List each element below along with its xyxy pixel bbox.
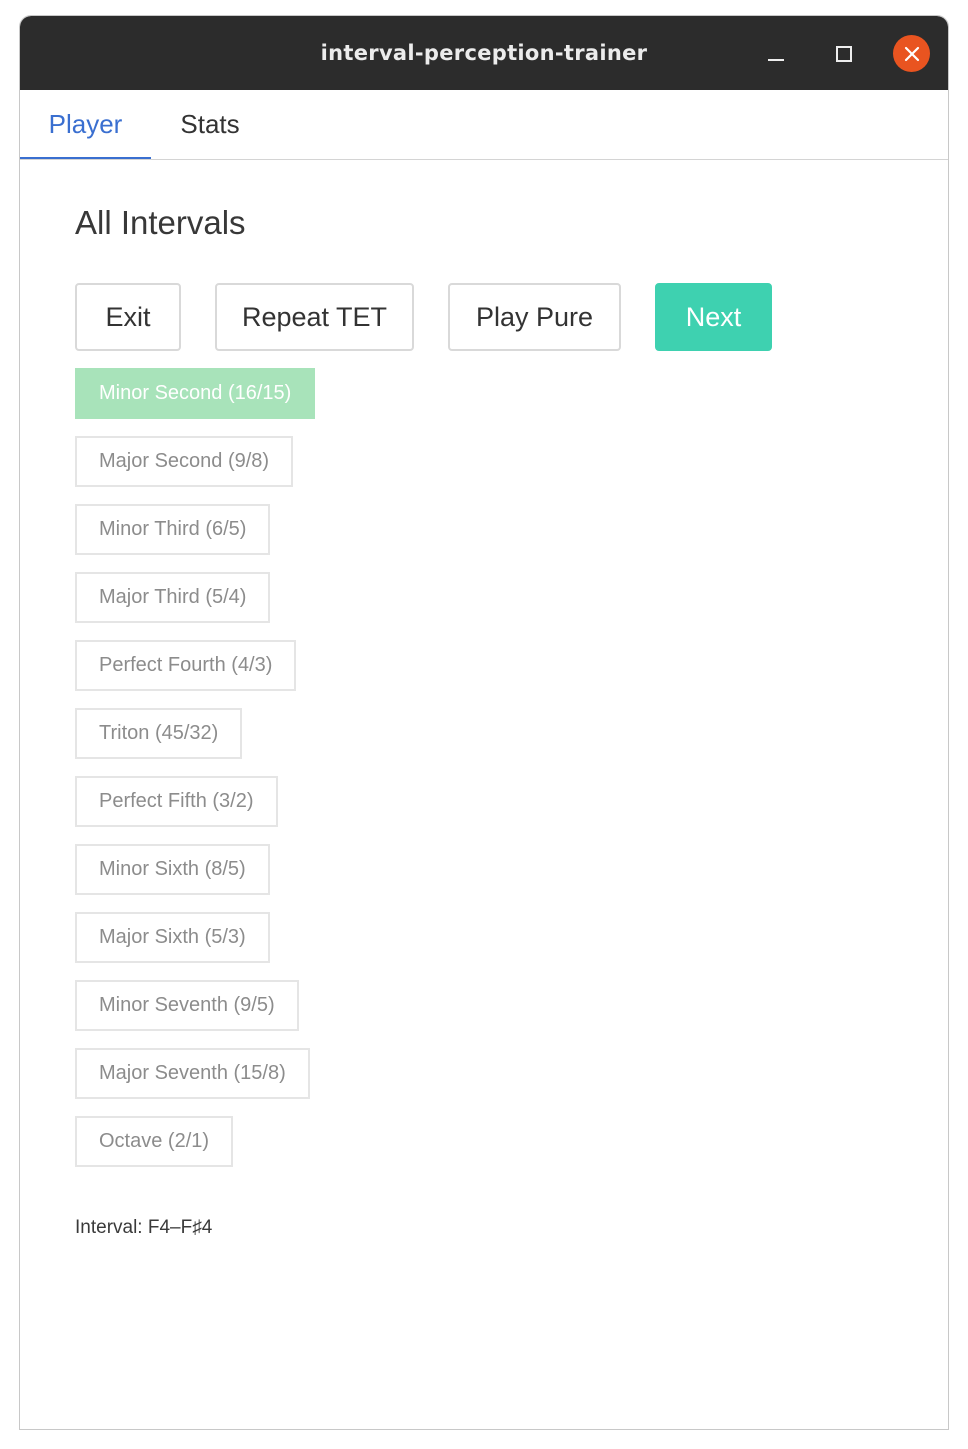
app-window: interval-perception-trainer Player Stats… xyxy=(19,15,949,1430)
tab-stats[interactable]: Stats xyxy=(151,90,269,159)
interval-option-major-seventh[interactable]: Major Seventh (15/8) xyxy=(75,1048,310,1099)
page-title: All Intervals xyxy=(75,204,246,241)
interval-option-major-second[interactable]: Major Second (9/8) xyxy=(75,436,294,487)
window-title: interval-perception-trainer xyxy=(320,41,648,65)
interval-option-major-sixth[interactable]: Major Sixth (5/3) xyxy=(75,912,270,963)
minimize-icon xyxy=(767,58,784,61)
interval-option-triton[interactable]: Triton (45/32) xyxy=(75,708,243,759)
interval-status-text: Interval: F4–F♯4 xyxy=(75,1217,213,1238)
interval-option-octave[interactable]: Octave (2/1) xyxy=(75,1116,234,1167)
interval-option-minor-seventh[interactable]: Minor Seventh (9/5) xyxy=(75,980,299,1031)
interval-option-minor-second[interactable]: Minor Second (16/15) xyxy=(75,368,316,419)
interval-option-minor-sixth[interactable]: Minor Sixth (8/5) xyxy=(75,844,270,895)
repeat-tet-button[interactable]: Repeat TET xyxy=(215,283,414,351)
tab-bar: Player Stats xyxy=(20,90,948,160)
minimize-button[interactable] xyxy=(757,35,794,72)
close-button[interactable] xyxy=(893,35,930,72)
interval-option-minor-third[interactable]: Minor Third (6/5) xyxy=(75,504,271,555)
play-pure-button[interactable]: Play Pure xyxy=(448,283,621,351)
close-icon xyxy=(904,46,919,61)
exit-button[interactable]: Exit xyxy=(75,283,181,351)
maximize-button[interactable] xyxy=(825,35,862,72)
interval-option-major-third[interactable]: Major Third (5/4) xyxy=(75,572,271,623)
next-button[interactable]: Next xyxy=(655,283,772,351)
interval-option-perfect-fourth[interactable]: Perfect Fourth (4/3) xyxy=(75,640,297,691)
tab-player[interactable]: Player xyxy=(20,90,151,159)
maximize-icon xyxy=(835,45,852,62)
title-bar[interactable]: interval-perception-trainer xyxy=(20,16,948,90)
interval-option-perfect-fifth[interactable]: Perfect Fifth (3/2) xyxy=(75,776,278,827)
